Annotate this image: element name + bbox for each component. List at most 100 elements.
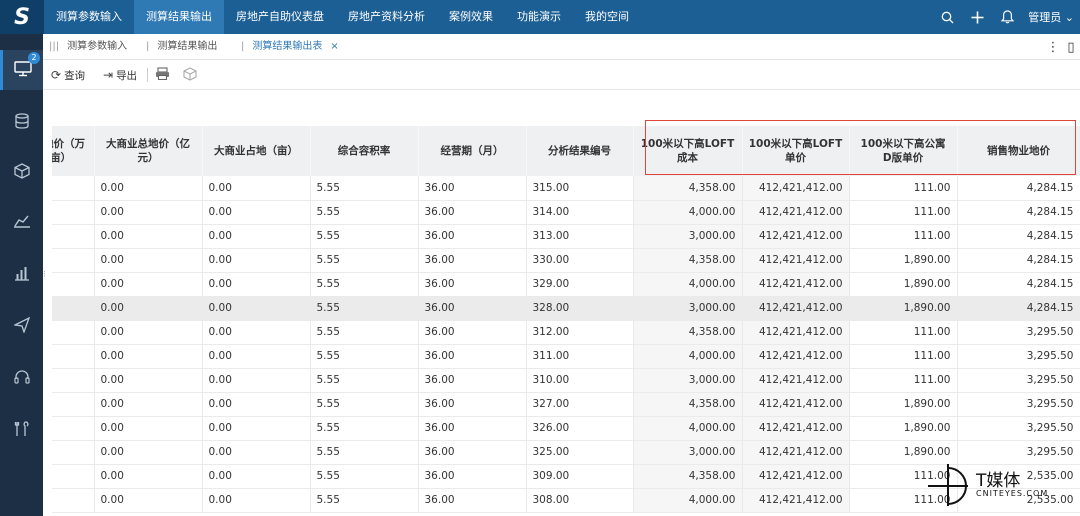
column-header-operation-period[interactable]: 经营期（月） (418, 126, 527, 176)
user-name: 管理员 (1028, 11, 1062, 24)
table-cell: 0.00 (202, 296, 311, 321)
table-cell: 4,284.15 (957, 200, 1080, 225)
column-header-commercial-area[interactable]: 大商业占地（亩） (202, 126, 311, 176)
sidebar-item-send[interactable] (0, 306, 43, 346)
tab-label: 测算参数输入 (67, 41, 128, 52)
table-cell: 0.00 (94, 416, 203, 441)
bell-icon[interactable] (992, 0, 1022, 34)
close-icon[interactable]: × (330, 41, 338, 52)
table-cell: 4,000.00 (633, 200, 743, 225)
sidebar-item-support[interactable] (0, 358, 43, 398)
add-icon[interactable] (962, 0, 992, 34)
tab-label: 测算结果输出 (157, 41, 218, 52)
table-cell: 4,000.00 (633, 488, 743, 513)
table-row[interactable]: 00.000.005.5536.00310.003,000.00412,421,… (52, 368, 1080, 393)
query-button[interactable]: ⟳ 查询 (51, 60, 85, 90)
more-vertical-icon[interactable]: ⋮ (1044, 40, 1062, 55)
table-row[interactable]: 00.000.005.5536.00326.004,000.00412,421,… (52, 416, 1080, 441)
user-menu[interactable]: 管理员 ⌄ (1022, 9, 1080, 25)
table-cell: 4,284.15 (957, 176, 1080, 201)
column-header-sales-land-price[interactable]: 销售物业地价 (957, 126, 1080, 176)
table-cell: 0 (52, 368, 95, 393)
nav-item-case-effects[interactable]: 案例效果 (437, 0, 505, 34)
column-header-loft-unit-price[interactable]: 100米以下高LOFT 单价 (742, 126, 850, 176)
table-row[interactable]: 00.000.005.5536.00327.004,358.00412,421,… (52, 392, 1080, 417)
cube-view-button[interactable] (183, 60, 200, 90)
app-logo[interactable]: S (0, 0, 44, 34)
table-row[interactable]: 00.000.005.5536.00311.004,000.00412,421,… (52, 344, 1080, 369)
table-cell: 4,284.15 (957, 272, 1080, 297)
table-cell: 3,295.50 (957, 392, 1080, 417)
table-cell: 0 (52, 416, 95, 441)
table-row[interactable]: 50.000.005.5536.00313.003,000.00412,421,… (52, 224, 1080, 249)
print-button[interactable] (155, 60, 173, 90)
tab-results-output[interactable]: | 测算结果输出 (146, 34, 217, 60)
table-row[interactable]: 50.000.005.5536.00329.004,000.00412,421,… (52, 272, 1080, 297)
tab-results-table[interactable]: | 测算结果输出表 × (241, 34, 339, 60)
sidebar-item-cube[interactable] (0, 152, 43, 192)
table-row[interactable]: 50.000.005.5536.00328.003,000.00412,421,… (52, 296, 1080, 321)
cube-icon (13, 162, 30, 182)
table-cell: 36.00 (418, 272, 527, 297)
panel-icon[interactable]: ▯ (1062, 40, 1080, 55)
results-table: 业地价（万/亩） 大商业总地价（亿元） 大商业占地（亩） 综合容积率 经营期（月… (52, 126, 1080, 513)
column-header-commercial-total-price[interactable]: 大商业总地价（亿 元） (94, 126, 203, 176)
top-navbar: S 测算参数输入 测算结果输出 房地产自助仪表盘 房地产资料分析 案例效果 功能… (0, 0, 1080, 34)
tab-params-input[interactable]: ||| 测算参数输入 (49, 34, 127, 60)
tab-menu-icon: ||| (49, 41, 60, 52)
column-header-result-id[interactable]: 分析结果编号 (526, 126, 634, 176)
sidebar-item-stairs[interactable] (0, 202, 43, 242)
table-cell: 0.00 (94, 488, 203, 513)
table-row[interactable]: 50.000.005.5536.00315.004,358.00412,421,… (52, 176, 1080, 201)
table-cell: 0.00 (202, 416, 311, 441)
table-row[interactable]: 50.000.005.5536.00314.004,000.00412,421,… (52, 200, 1080, 225)
table-cell: 1,890.00 (849, 248, 958, 273)
table-cell: 412,421,412.00 (742, 200, 850, 225)
column-header-loft-cost[interactable]: 100米以下高LOFT 成本 (633, 126, 743, 176)
table-cell: 4,000.00 (633, 272, 743, 297)
table-cell: 36.00 (418, 176, 527, 201)
nav-item-self-dashboard[interactable]: 房地产自助仪表盘 (224, 0, 336, 34)
watermark-subtitle: CNITEYES.COM (976, 489, 1049, 498)
nav-item-feature-demo[interactable]: 功能演示 (505, 0, 573, 34)
column-header-apartment-d-price[interactable]: 100米以下高公寓 D版单价 (849, 126, 958, 176)
export-button[interactable]: ⇥ 导出 (103, 60, 137, 90)
table-cell: 5.55 (310, 224, 419, 249)
results-table-area: 业地价（万/亩） 大商业总地价（亿元） 大商业占地（亩） 综合容积率 经营期（月… (52, 90, 1080, 516)
query-label: 查询 (64, 69, 86, 82)
sidebar-item-tools[interactable] (0, 410, 43, 450)
table-cell: 4,358.00 (633, 248, 743, 273)
cube-outline-icon (183, 66, 197, 84)
nav-item-results-output[interactable]: 测算结果输出 (134, 0, 224, 34)
column-header-land-price[interactable]: 业地价（万/亩） (52, 126, 95, 176)
table-row[interactable]: 00.000.005.5536.00312.004,358.00412,421,… (52, 320, 1080, 345)
table-cell: 326.00 (526, 416, 634, 441)
table-cell: 0.00 (94, 200, 203, 225)
sidebar-item-monitor[interactable]: 2 (0, 50, 43, 90)
table-cell: 311.00 (526, 344, 634, 369)
table-row[interactable]: 00.000.005.5536.00325.003,000.00412,421,… (52, 440, 1080, 465)
table-cell: 4,000.00 (633, 344, 743, 369)
sidebar-item-database[interactable] (0, 102, 43, 142)
table-cell: 111.00 (849, 224, 958, 249)
sidebar-item-chart[interactable] (0, 254, 43, 294)
table-cell: 0.00 (94, 272, 203, 297)
column-header-plot-ratio[interactable]: 综合容积率 (310, 126, 419, 176)
table-cell: 36.00 (418, 392, 527, 417)
table-cell: 36.00 (418, 440, 527, 465)
table-cell: 0.00 (202, 368, 311, 393)
nav-item-params-input[interactable]: 测算参数输入 (44, 0, 134, 34)
table-cell: 5.55 (310, 344, 419, 369)
nav-item-data-analysis[interactable]: 房地产资料分析 (336, 0, 437, 34)
table-row[interactable]: 50.000.005.5536.00330.004,358.00412,421,… (52, 248, 1080, 273)
sidebar-resize-handle[interactable]: ⁝ (43, 270, 47, 284)
table-cell: 0.00 (94, 224, 203, 249)
table-cell: 36.00 (418, 368, 527, 393)
search-icon[interactable] (932, 0, 962, 34)
table-cell: 0.00 (202, 488, 311, 513)
table-cell: 36.00 (418, 464, 527, 489)
table-header-row: 业地价（万/亩） 大商业总地价（亿元） 大商业占地（亩） 综合容积率 经营期（月… (52, 126, 1080, 176)
table-cell: 5 (52, 200, 95, 225)
table-cell: 0.00 (94, 176, 203, 201)
nav-item-my-space[interactable]: 我的空间 (573, 0, 641, 34)
